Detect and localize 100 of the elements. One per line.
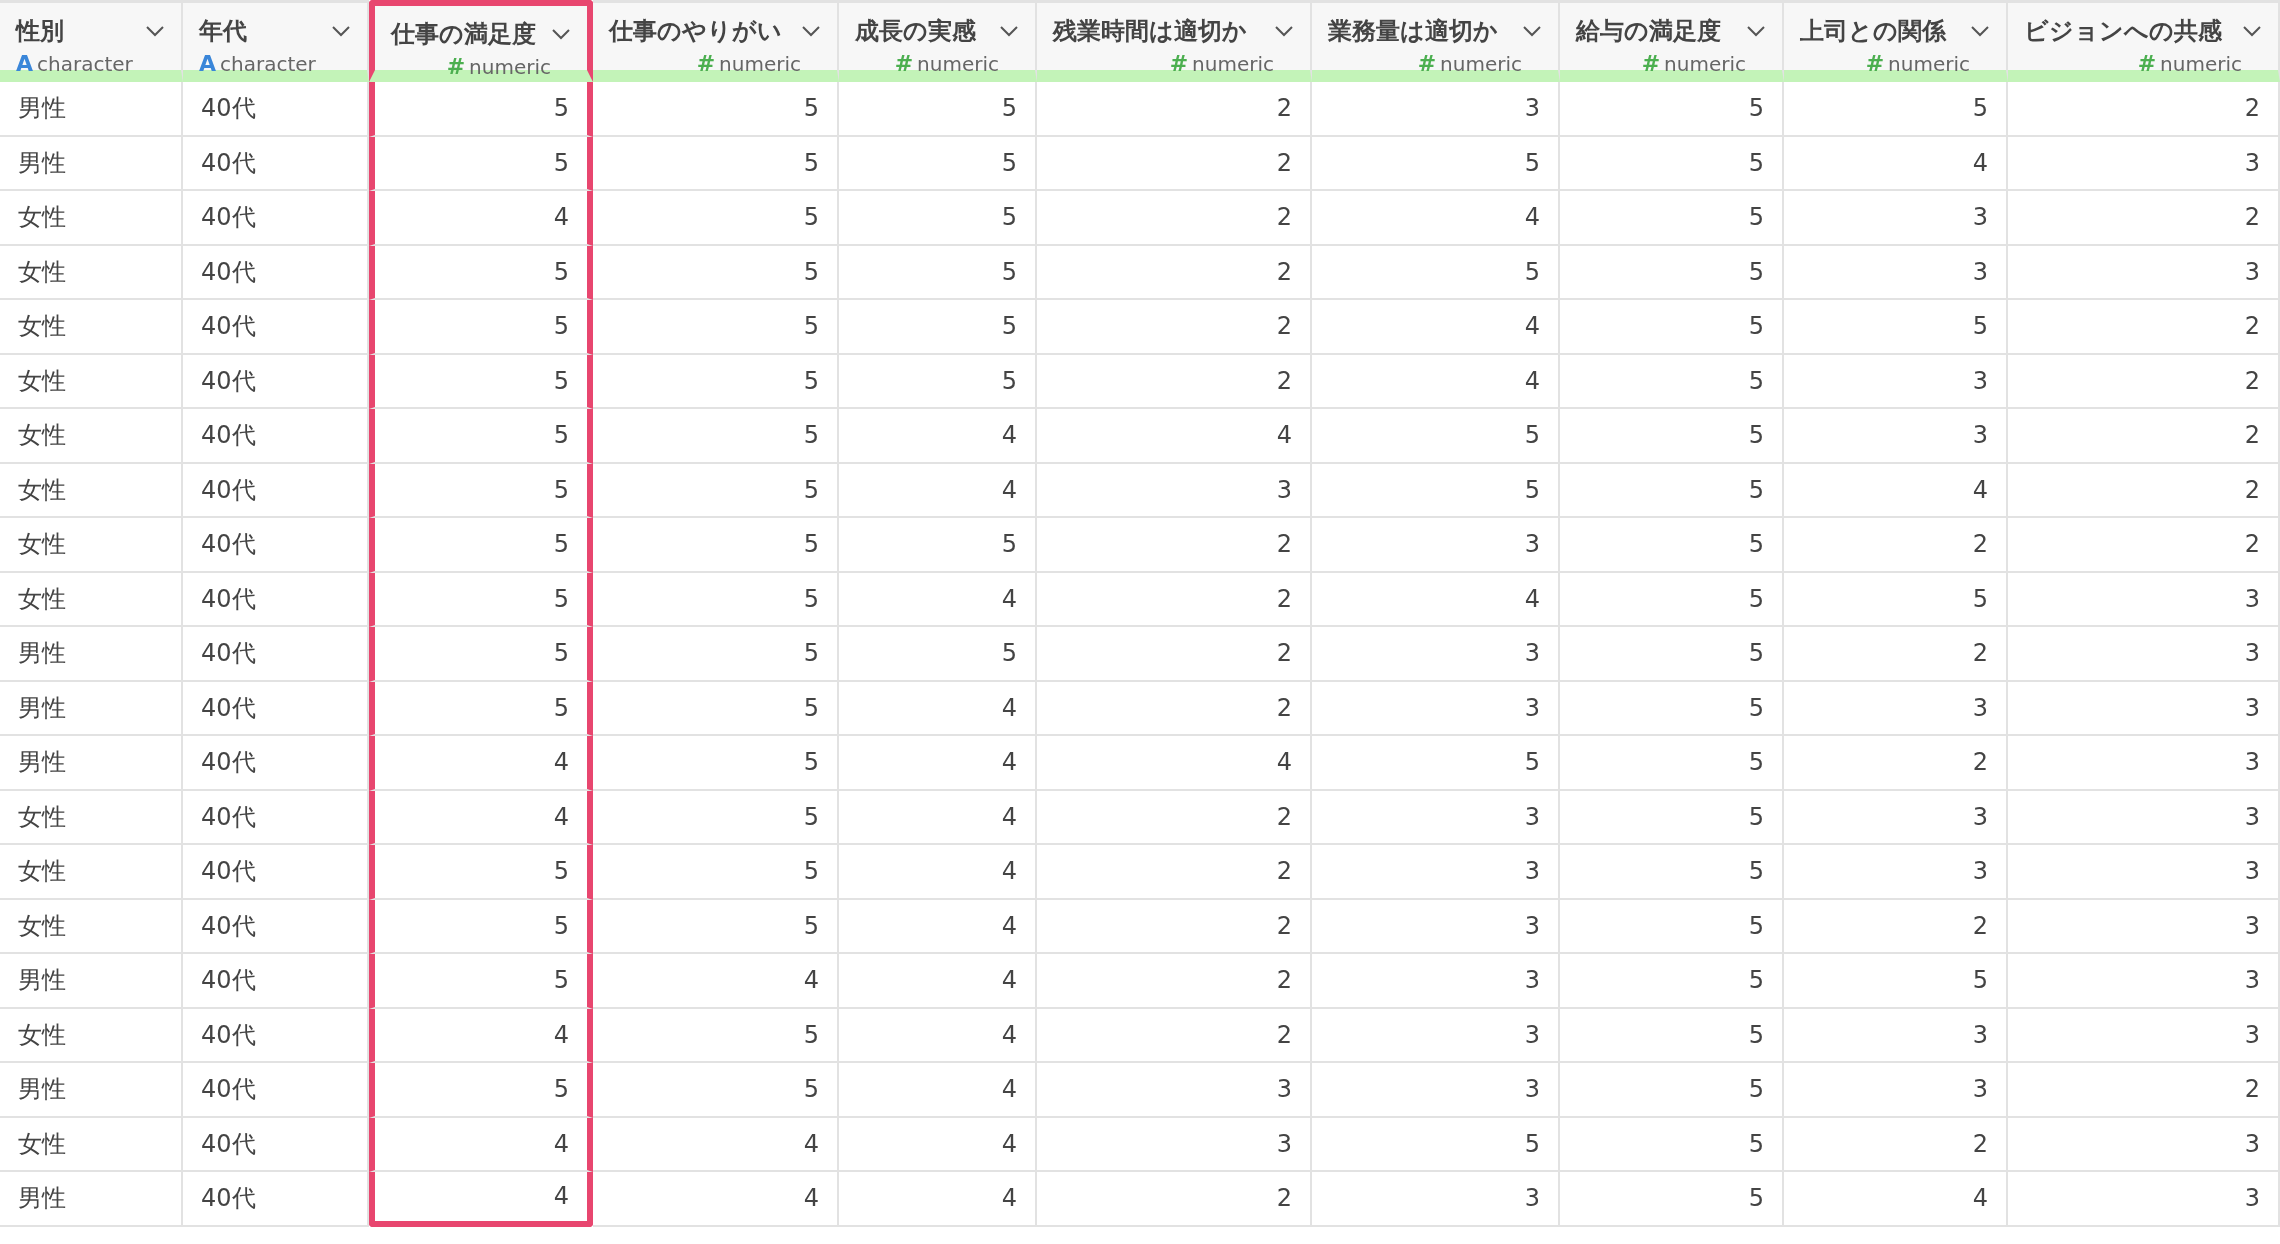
table-cell: 40代	[183, 627, 369, 682]
column-header[interactable]: 成長の実感 # numeric	[839, 0, 1037, 82]
table-cell: 女性	[0, 899, 183, 954]
chevron-down-icon[interactable]	[999, 25, 1019, 37]
table-cell: 3	[1312, 1008, 1560, 1063]
chevron-down-icon[interactable]	[331, 25, 351, 37]
table-cell: 3	[2008, 736, 2280, 791]
table-cell: 2	[2008, 463, 2280, 518]
table-cell: 5	[839, 245, 1037, 300]
table-cell: 3	[2008, 627, 2280, 682]
chevron-down-icon[interactable]	[1970, 25, 1990, 37]
table-cell: 5	[1784, 82, 2008, 137]
table-cell: 3	[1784, 845, 2008, 900]
table-cell: 5	[839, 191, 1037, 246]
table-cell: 5	[1560, 681, 1784, 736]
table-cell: 5	[1560, 409, 1784, 464]
table-cell: 5	[593, 1008, 839, 1063]
table-cell: 40代	[183, 681, 369, 736]
column-type: numeric	[1192, 52, 1274, 76]
column-name: 業務量は適切か	[1328, 16, 1498, 47]
table-cell: 5	[593, 300, 839, 355]
table-cell: 4	[839, 845, 1037, 900]
table-cell: 4	[369, 191, 593, 246]
table-cell: 3	[1784, 191, 2008, 246]
table-cell: 女性	[0, 1117, 183, 1172]
table-cell: 5	[593, 245, 839, 300]
table-cell: 3	[1312, 518, 1560, 573]
table-cell: 5	[593, 681, 839, 736]
table-cell: 5	[1560, 518, 1784, 573]
table-cell: 3	[1784, 354, 2008, 409]
table-cell: 2	[1037, 1008, 1312, 1063]
table-cell: 5	[1560, 300, 1784, 355]
table-cell: 40代	[183, 572, 369, 627]
column-header[interactable]: 上司との関係 # numeric	[1784, 0, 2008, 82]
table-cell: 2	[1784, 518, 2008, 573]
chevron-down-icon[interactable]	[801, 25, 821, 37]
column-name: 性別	[16, 16, 64, 47]
table-cell: 5	[369, 1063, 593, 1118]
table-cell: 5	[1560, 1063, 1784, 1118]
table-cell: 5	[1560, 82, 1784, 137]
table-cell: 3	[1312, 845, 1560, 900]
table-cell: 5	[1312, 136, 1560, 191]
table-cell: 3	[1312, 954, 1560, 1009]
table-cell: 2	[2008, 191, 2280, 246]
table-cell: 2	[1784, 899, 2008, 954]
table-cell: 女性	[0, 354, 183, 409]
chevron-down-icon[interactable]	[145, 25, 165, 37]
table-cell: 40代	[183, 245, 369, 300]
column-header[interactable]: 性別 A character	[0, 0, 183, 82]
column-header[interactable]: 仕事のやりがい # numeric	[593, 0, 839, 82]
column-type: numeric	[1664, 52, 1746, 76]
table-cell: 40代	[183, 463, 369, 518]
column-type: numeric	[719, 52, 801, 76]
chevron-down-icon[interactable]	[1522, 25, 1542, 37]
chevron-down-icon[interactable]	[2242, 25, 2262, 37]
column-name: ビジョンへの共感	[2024, 16, 2222, 47]
table-cell: 5	[839, 627, 1037, 682]
table-cell: 5	[593, 790, 839, 845]
table-cell: 5	[1560, 463, 1784, 518]
column-header[interactable]: ビジョンへの共感 # numeric	[2008, 0, 2280, 82]
table-cell: 2	[1037, 245, 1312, 300]
table-cell: 4	[1312, 300, 1560, 355]
table-cell: 女性	[0, 518, 183, 573]
column-name: 上司との関係	[1800, 16, 1946, 47]
type-icon: #	[1865, 51, 1885, 76]
chevron-down-icon[interactable]	[551, 28, 571, 40]
table-cell: 5	[1560, 954, 1784, 1009]
table-cell: 3	[1784, 1008, 2008, 1063]
table-cell: 40代	[183, 518, 369, 573]
table-cell: 4	[839, 899, 1037, 954]
column-header[interactable]: 年代 A character	[183, 0, 369, 82]
column-name: 仕事のやりがい	[609, 16, 782, 47]
chevron-down-icon[interactable]	[1274, 25, 1294, 37]
table-cell: 5	[369, 954, 593, 1009]
table-cell: 40代	[183, 82, 369, 137]
column-name: 残業時間は適切か	[1053, 16, 1247, 47]
table-cell: 5	[369, 463, 593, 518]
table-cell: 2	[1784, 627, 2008, 682]
column-header[interactable]: 業務量は適切か # numeric	[1312, 0, 1560, 82]
table-cell: 男性	[0, 82, 183, 137]
table-cell: 2	[1037, 572, 1312, 627]
column-header[interactable]: 給与の満足度 # numeric	[1560, 0, 1784, 82]
column-header[interactable]: 残業時間は適切か # numeric	[1037, 0, 1312, 82]
column-header[interactable]: 仕事の満足度 # numeric	[369, 0, 593, 82]
table-cell: 5	[1312, 245, 1560, 300]
table-cell: 女性	[0, 845, 183, 900]
table-cell: 5	[839, 82, 1037, 137]
table-cell: 4	[1312, 191, 1560, 246]
table-cell: 5	[1784, 572, 2008, 627]
table-cell: 2	[2008, 518, 2280, 573]
table-cell: 2	[1037, 191, 1312, 246]
table-cell: 女性	[0, 790, 183, 845]
table-cell: 3	[1037, 1063, 1312, 1118]
chevron-down-icon[interactable]	[1746, 25, 1766, 37]
table-cell: 5	[1560, 627, 1784, 682]
table-cell: 男性	[0, 1063, 183, 1118]
column-type: character	[220, 52, 316, 76]
table-cell: 4	[839, 1008, 1037, 1063]
table-cell: 男性	[0, 954, 183, 1009]
table-cell: 2	[1037, 82, 1312, 137]
